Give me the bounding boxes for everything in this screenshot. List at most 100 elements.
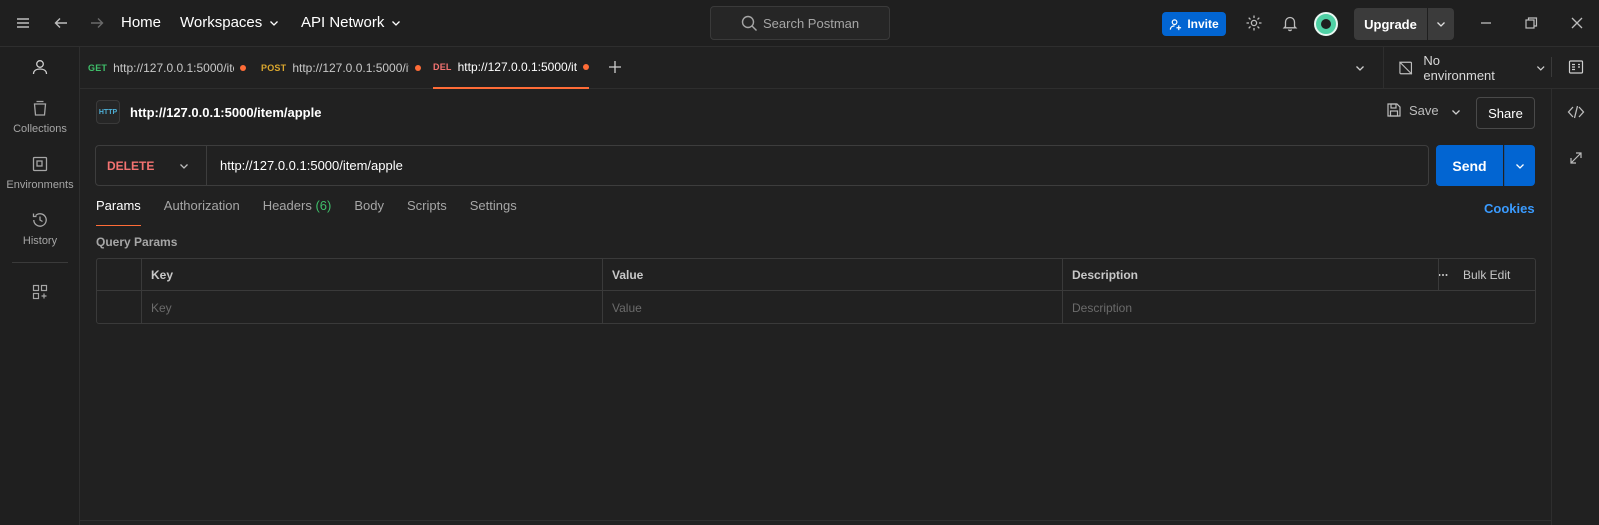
save-disk-icon [1387, 103, 1401, 117]
tab-method: DEL [433, 62, 452, 72]
url-input[interactable] [207, 146, 1428, 185]
column-header-key: Key [151, 268, 174, 282]
search-bar[interactable]: Search Postman [710, 6, 890, 40]
environment-quick-look-icon[interactable] [1568, 59, 1584, 75]
column-header-description: Description [1072, 268, 1139, 282]
settings-gear-icon[interactable] [1245, 14, 1263, 32]
api-network-label: API Network [301, 14, 385, 31]
sidebar-divider [12, 262, 68, 263]
env-divider [1551, 57, 1552, 77]
request-title: HTTP http://127.0.0.1:5000/item/apple [96, 100, 321, 124]
cookies-link[interactable]: Cookies [1484, 201, 1535, 216]
tab-settings[interactable]: Settings [470, 198, 517, 226]
user-avatar[interactable] [1314, 12, 1338, 36]
share-label: Share [1488, 105, 1523, 121]
chevron-down-icon [270, 20, 279, 26]
send-options-button[interactable] [1504, 145, 1535, 186]
tab-delete-request[interactable]: DEL http://127.0.0.1:5000/ite [433, 47, 589, 89]
request-tabs-bar: GET http://127.0.0.1:5000/ite POST http:… [80, 47, 1599, 89]
history-icon [32, 213, 47, 227]
headers-label: Headers [262, 198, 312, 213]
account-button[interactable] [0, 58, 80, 82]
chevron-down-icon [1437, 22, 1445, 27]
tab-url: http://127.0.0.1:5000/it [292, 61, 409, 75]
tab-url: http://127.0.0.1:5000/ite [113, 61, 234, 75]
notifications-bell-icon[interactable] [1281, 14, 1299, 32]
tabs-overflow-chevron-icon[interactable] [1354, 62, 1366, 74]
save-options-chevron-icon[interactable] [1450, 106, 1462, 118]
no-environment-icon [1399, 61, 1413, 75]
tab-headers[interactable]: Headers (6) [263, 198, 332, 226]
add-user-icon [1170, 18, 1182, 30]
response-pane-divider[interactable] [80, 520, 1551, 521]
sidebar-item-environments[interactable]: Environments [0, 155, 80, 191]
tab-body[interactable]: Body [354, 198, 384, 226]
column-divider [1438, 259, 1439, 291]
unsaved-dot-icon [415, 65, 421, 71]
left-sidebar: Collections Environments History [0, 47, 80, 525]
param-key-input[interactable]: Key [142, 292, 172, 324]
back-arrow-icon[interactable] [52, 14, 70, 32]
sidebar-item-more[interactable] [0, 283, 80, 307]
save-label: Save [1409, 102, 1439, 118]
query-params-table: Key Value Description Bulk Edit Key Valu… [96, 258, 1536, 324]
chevron-down-icon [1537, 66, 1546, 71]
upgrade-label: Upgrade [1364, 16, 1417, 32]
send-button[interactable]: Send [1436, 145, 1503, 186]
title-bar: Home Workspaces API Network Search Postm… [0, 0, 1599, 47]
sidebar-item-history[interactable]: History [0, 211, 80, 247]
close-window-icon[interactable] [1568, 14, 1586, 32]
tab-params[interactable]: Params [96, 198, 141, 226]
unsaved-dot-icon [583, 64, 589, 70]
home-link[interactable]: Home [121, 14, 161, 31]
user-icon [32, 60, 48, 75]
sidebar-item-label: Collections [13, 123, 67, 135]
environment-selector[interactable]: No environment [1383, 47, 1547, 89]
table-header-row: Key Value Description Bulk Edit [97, 259, 1535, 291]
add-apps-icon [32, 284, 48, 300]
table-row: Key Value Description [97, 292, 1535, 324]
forward-arrow-icon[interactable] [88, 14, 106, 32]
new-tab-plus-icon[interactable] [607, 59, 623, 75]
param-value-input[interactable]: Value [603, 292, 642, 324]
upgrade-button[interactable]: Upgrade [1354, 8, 1427, 40]
unsaved-dot-icon [240, 65, 246, 71]
code-snippet-icon[interactable] [1567, 103, 1585, 121]
column-header-value: Value [612, 268, 644, 282]
param-description-input[interactable]: Description [1063, 292, 1132, 324]
invite-button[interactable]: Invite [1162, 12, 1226, 36]
sidebar-item-collections[interactable]: Collections [0, 99, 80, 135]
chevron-down-icon [392, 20, 401, 26]
invite-label: Invite [1187, 17, 1219, 31]
collections-icon [33, 100, 47, 116]
http-method-select[interactable]: DELETE [96, 146, 207, 185]
minimize-window-icon[interactable] [1477, 14, 1495, 32]
sidebar-item-label: History [22, 235, 58, 247]
chevron-down-icon [1516, 163, 1524, 169]
tab-post-request[interactable]: POST http://127.0.0.1:5000/it [261, 47, 421, 89]
search-placeholder: Search Postman [763, 15, 860, 31]
tab-scripts[interactable]: Scripts [407, 198, 447, 226]
sidebar-item-label: Environments [6, 179, 74, 191]
tab-authorization[interactable]: Authorization [164, 198, 240, 226]
share-button[interactable]: Share [1476, 97, 1535, 129]
right-sidebar [1551, 89, 1599, 525]
upgrade-menu-button[interactable] [1428, 8, 1454, 40]
related-collections-icon[interactable] [1568, 150, 1584, 166]
tab-url: http://127.0.0.1:5000/ite [457, 60, 577, 74]
column-divider [141, 259, 142, 323]
save-button[interactable]: Save [1386, 102, 1439, 118]
bulk-edit-button[interactable]: Bulk Edit [1463, 268, 1510, 282]
request-name[interactable]: http://127.0.0.1:5000/item/apple [130, 105, 321, 120]
http-method-label: DELETE [107, 158, 155, 173]
hamburger-menu-icon[interactable] [14, 14, 32, 32]
chevron-down-icon [180, 163, 188, 169]
api-network-menu[interactable]: API Network [301, 14, 402, 31]
restore-window-icon[interactable] [1522, 14, 1540, 32]
send-label: Send [1452, 157, 1487, 174]
column-divider [1062, 259, 1063, 323]
environment-label: No environment [1423, 53, 1495, 83]
tab-get-request[interactable]: GET http://127.0.0.1:5000/ite [88, 47, 246, 89]
search-icon [741, 15, 758, 32]
workspaces-menu[interactable]: Workspaces [180, 14, 280, 31]
